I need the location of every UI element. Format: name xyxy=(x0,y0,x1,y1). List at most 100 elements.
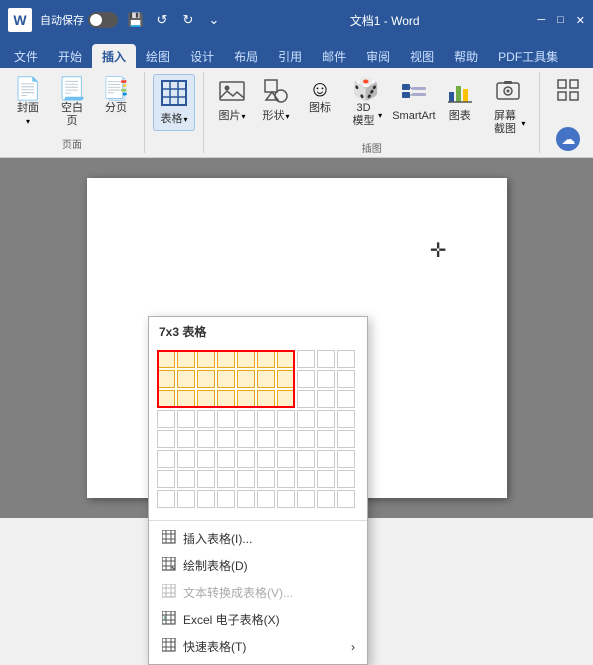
grid-cell[interactable] xyxy=(297,390,315,408)
grid-cell[interactable] xyxy=(337,410,355,428)
grid-cell[interactable] xyxy=(317,410,335,428)
grid-cell[interactable] xyxy=(317,370,335,388)
grid-cell[interactable] xyxy=(237,350,255,368)
blank-page-button[interactable]: 📃 空白页 xyxy=(52,74,92,132)
grid-cell[interactable] xyxy=(157,410,175,428)
grid-cell[interactable] xyxy=(257,470,275,488)
tab-references[interactable]: 引用 xyxy=(268,44,312,68)
grid-cell[interactable] xyxy=(257,390,275,408)
page-break-button[interactable]: 📑 分页 xyxy=(96,74,136,119)
grid-cell[interactable] xyxy=(337,370,355,388)
grid-cell[interactable] xyxy=(317,450,335,468)
grid-cell[interactable] xyxy=(337,430,355,448)
grid-cell[interactable] xyxy=(297,410,315,428)
grid-cell[interactable] xyxy=(197,470,215,488)
grid-cell[interactable] xyxy=(317,350,335,368)
insert-table-item[interactable]: 插入表格(I)... xyxy=(149,525,367,552)
grid-cell[interactable] xyxy=(177,450,195,468)
cover-button[interactable]: 📄 封面 ▾ xyxy=(8,74,48,130)
grid-cell[interactable] xyxy=(257,430,275,448)
grid-cell[interactable] xyxy=(197,450,215,468)
smartart-button[interactable]: SmartArt xyxy=(392,74,436,127)
tab-insert[interactable]: 插入 xyxy=(92,44,136,68)
grid-cell[interactable] xyxy=(197,350,215,368)
grid-cell[interactable] xyxy=(277,490,295,508)
grid-cell[interactable] xyxy=(237,470,255,488)
redo-icon[interactable]: ↻ xyxy=(178,10,198,30)
grid-cell[interactable] xyxy=(237,430,255,448)
grid-cell[interactable] xyxy=(257,370,275,388)
grid-cell[interactable] xyxy=(277,350,295,368)
grid-cell[interactable] xyxy=(277,470,295,488)
grid-cell[interactable] xyxy=(217,430,235,448)
table-button[interactable]: 表格 ▾ xyxy=(153,74,195,131)
grid-cell[interactable] xyxy=(217,410,235,428)
grid-cell[interactable] xyxy=(217,490,235,508)
tab-help[interactable]: 帮助 xyxy=(444,44,488,68)
grid-cell[interactable] xyxy=(257,350,275,368)
grid-cell[interactable] xyxy=(317,470,335,488)
tab-design[interactable]: 设计 xyxy=(180,44,224,68)
grid-cell[interactable] xyxy=(237,490,255,508)
grid-cell[interactable] xyxy=(157,370,175,388)
grid-cell[interactable] xyxy=(197,430,215,448)
grid-cell[interactable] xyxy=(217,350,235,368)
extra-button[interactable] xyxy=(548,74,588,106)
minimize-btn[interactable]: ─ xyxy=(537,14,545,26)
grid-cell[interactable] xyxy=(277,450,295,468)
grid-cell[interactable] xyxy=(317,490,335,508)
grid-cell[interactable] xyxy=(157,450,175,468)
grid-cell[interactable] xyxy=(337,450,355,468)
autosave-toggle[interactable] xyxy=(88,12,118,28)
grid-cell[interactable] xyxy=(337,390,355,408)
tab-mailings[interactable]: 邮件 xyxy=(312,44,356,68)
3dmodel-button[interactable]: 🎲 3D 模型 ▾ xyxy=(344,74,388,132)
tab-layout[interactable]: 布局 xyxy=(224,44,268,68)
close-btn[interactable]: ✕ xyxy=(576,14,585,27)
grid-cell[interactable] xyxy=(217,470,235,488)
grid-cell[interactable] xyxy=(317,430,335,448)
maximize-btn[interactable]: □ xyxy=(557,14,564,26)
grid-cell[interactable] xyxy=(237,410,255,428)
grid-cell[interactable] xyxy=(217,370,235,388)
grid-cell[interactable] xyxy=(197,410,215,428)
grid-cell[interactable] xyxy=(337,490,355,508)
grid-cell[interactable] xyxy=(297,470,315,488)
tab-view[interactable]: 视图 xyxy=(400,44,444,68)
more-icon[interactable]: ⌄ xyxy=(204,10,224,30)
grid-cell[interactable] xyxy=(337,470,355,488)
grid-cell[interactable] xyxy=(337,350,355,368)
grid-cell[interactable] xyxy=(237,370,255,388)
icons-button[interactable]: ☺ 图标 xyxy=(300,74,340,119)
screenshot-button[interactable]: 屏幕截图 ▾ xyxy=(484,74,532,140)
draw-table-item[interactable]: 绘制表格(D) xyxy=(149,552,367,579)
grid-cell[interactable] xyxy=(177,370,195,388)
grid-cell[interactable] xyxy=(217,390,235,408)
save-icon[interactable]: 💾 xyxy=(126,10,146,30)
grid-cell[interactable] xyxy=(197,490,215,508)
grid-cell[interactable] xyxy=(297,430,315,448)
grid-cell[interactable] xyxy=(157,490,175,508)
excel-table-item[interactable]: X Excel 电子表格(X) xyxy=(149,606,367,633)
grid-cell[interactable] xyxy=(197,370,215,388)
grid-cell[interactable] xyxy=(257,410,275,428)
grid-cell[interactable] xyxy=(197,390,215,408)
grid-cell[interactable] xyxy=(277,430,295,448)
grid-cell[interactable] xyxy=(177,350,195,368)
tab-home[interactable]: 开始 xyxy=(48,44,92,68)
tab-draw[interactable]: 绘图 xyxy=(136,44,180,68)
shapes-button[interactable]: 形状 ▾ xyxy=(256,74,296,127)
grid-cell[interactable] xyxy=(177,430,195,448)
grid-cell[interactable] xyxy=(317,390,335,408)
grid-cell[interactable] xyxy=(297,350,315,368)
tab-review[interactable]: 审阅 xyxy=(356,44,400,68)
grid-cell[interactable] xyxy=(297,450,315,468)
grid-cell[interactable] xyxy=(177,410,195,428)
grid-cell[interactable] xyxy=(157,350,175,368)
grid-cell[interactable] xyxy=(237,390,255,408)
grid-cell[interactable] xyxy=(237,450,255,468)
grid-cell[interactable] xyxy=(157,430,175,448)
table-grid[interactable] xyxy=(157,350,359,508)
grid-cell[interactable] xyxy=(297,370,315,388)
tab-file[interactable]: 文件 xyxy=(4,44,48,68)
